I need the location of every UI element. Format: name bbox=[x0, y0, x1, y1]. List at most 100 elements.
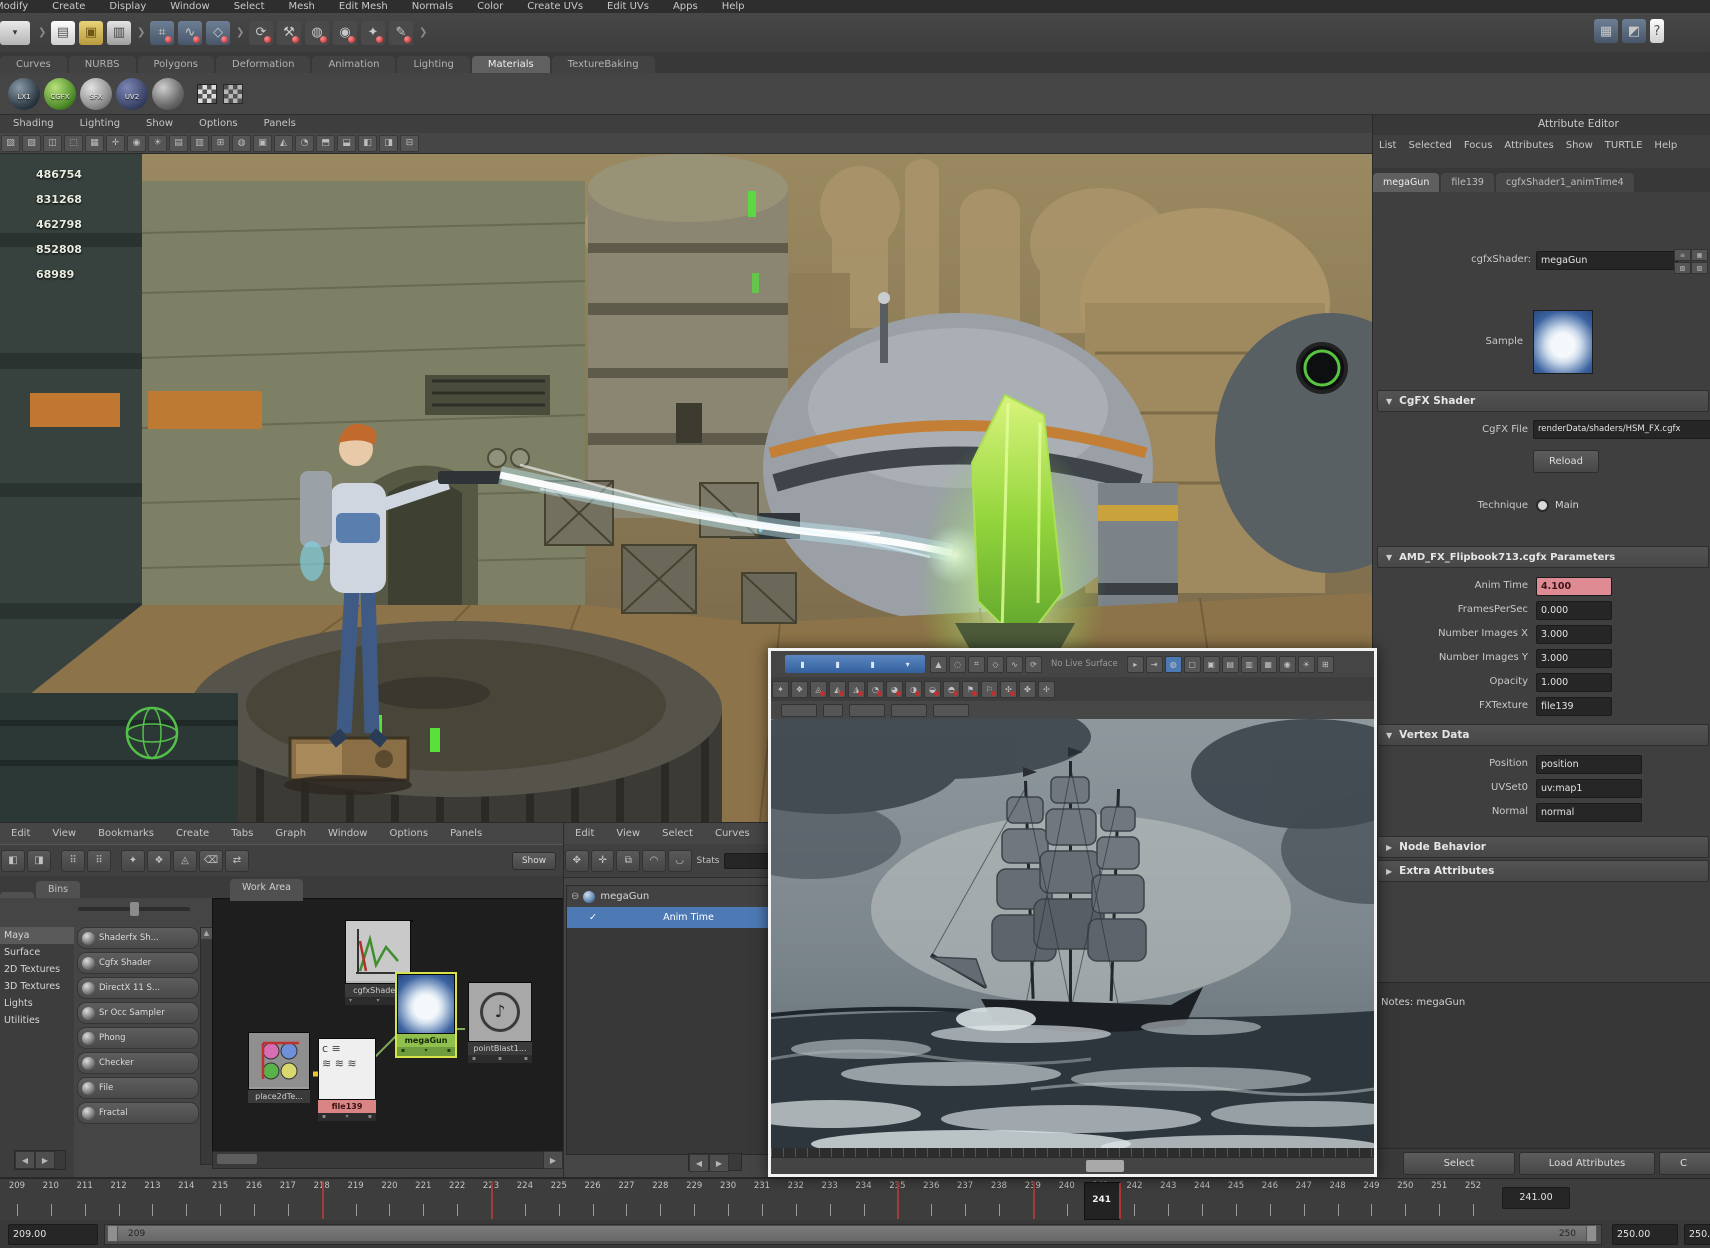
time-slider[interactable]: 2092102112122132142152162172182192202212… bbox=[0, 1178, 1710, 1221]
param-field-fxtexture[interactable]: file139 bbox=[1536, 697, 1612, 716]
hypershade-menu-graph[interactable]: Graph bbox=[264, 828, 317, 839]
copy-tab-button[interactable]: C bbox=[1659, 1152, 1710, 1175]
frame-tick[interactable]: 245 bbox=[1219, 1181, 1253, 1219]
frame-tick[interactable]: 213 bbox=[135, 1181, 169, 1219]
ipr-render-icon[interactable]: ◉ bbox=[333, 21, 357, 45]
toolbar-separator[interactable]: ❯ bbox=[137, 20, 144, 46]
node-pointblast[interactable]: ♪ pointBlast1... ▪▪▪ bbox=[468, 982, 532, 1063]
param-field-framespersec[interactable]: 0.000 bbox=[1536, 601, 1612, 620]
hypershade-menu-bookmarks[interactable]: Bookmarks bbox=[87, 828, 165, 839]
frame-tick[interactable]: 210 bbox=[34, 1181, 68, 1219]
ge-insert-key-icon[interactable]: ✛ bbox=[591, 850, 615, 872]
viewport-toolbar-icon[interactable]: ⬒ bbox=[316, 135, 335, 152]
viewport-toolbar-icon[interactable]: ⊞ bbox=[211, 135, 230, 152]
anim-end-field[interactable]: 250.00 bbox=[1684, 1224, 1710, 1245]
fw-snap-icon[interactable]: ⌗ bbox=[968, 656, 985, 673]
fw-shelf-icon[interactable]: ✦ bbox=[772, 681, 789, 698]
menu-item-modify[interactable]: Modify bbox=[0, 1, 40, 12]
new-scene-icon[interactable]: ▤ bbox=[51, 21, 75, 45]
hypershade-menu-options[interactable]: Options bbox=[378, 828, 439, 839]
fw-selection-mask-dropdown[interactable]: ▮▮▮▾ bbox=[785, 655, 925, 673]
load-attributes-button[interactable]: Load Attributes bbox=[1519, 1152, 1655, 1175]
create-node-sr-occ-sampler[interactable]: Sr Occ Sampler bbox=[77, 1002, 199, 1024]
range-slider-track[interactable]: 209 250 bbox=[104, 1224, 1602, 1245]
hs-create-utility-icon[interactable]: ◬ bbox=[173, 850, 197, 872]
ae-tab-cgfxshader1_animtime4[interactable]: cgfxShader1_animTime4 bbox=[1496, 173, 1634, 192]
fw-shelf-icon[interactable]: ❖ bbox=[791, 681, 808, 698]
viewport-toolbar-icon[interactable]: ◭ bbox=[274, 135, 293, 152]
hypershade-menu-view[interactable]: View bbox=[41, 828, 87, 839]
graph-editor-outliner[interactable]: ⊖ megaGun ✓ Anim Time bbox=[566, 885, 773, 1155]
snap-grid-icon[interactable]: ⌗ bbox=[150, 21, 174, 45]
viewport-toolbar-icon[interactable]: ⊟ bbox=[400, 135, 419, 152]
shelf-tab-polygons[interactable]: Polygons bbox=[138, 56, 215, 73]
frame-tick[interactable]: 220 bbox=[373, 1181, 407, 1219]
graph-editor-menu-view[interactable]: View bbox=[605, 828, 651, 839]
frame-tick[interactable]: 216 bbox=[237, 1181, 271, 1219]
hs-show-button[interactable]: Show bbox=[512, 852, 556, 870]
category-surface[interactable]: Surface bbox=[0, 944, 74, 961]
toolbar-separator[interactable]: ❯ bbox=[236, 20, 243, 46]
fw-menu-box[interactable] bbox=[891, 704, 927, 717]
frame-tick[interactable]: 221 bbox=[406, 1181, 440, 1219]
viewport-toolbar-icon[interactable]: ▧ bbox=[1, 135, 20, 152]
focus-mini-button[interactable]: ≡ bbox=[1674, 249, 1691, 261]
shelf-shader-ball-lx1[interactable]: LX1 bbox=[8, 78, 40, 110]
fw-snap2-icon[interactable]: ◇ bbox=[987, 656, 1004, 673]
viewport-toolbar-icon[interactable]: ✛ bbox=[106, 135, 125, 152]
frame-tick[interactable]: 231 bbox=[745, 1181, 779, 1219]
ge-hscroll-buttons[interactable]: ◀▶ bbox=[688, 1153, 742, 1171]
render-icon[interactable]: ◍ bbox=[305, 21, 329, 45]
fw-shelf-icon[interactable]: ◬ bbox=[810, 681, 827, 698]
fw-select-icon[interactable]: ▲ bbox=[930, 656, 947, 673]
category-lights[interactable]: Lights bbox=[0, 995, 74, 1012]
history-icon[interactable]: ⟳ bbox=[249, 21, 273, 45]
fw-render-icon[interactable]: ▢ bbox=[1184, 656, 1201, 673]
fw-menu-box[interactable] bbox=[849, 704, 885, 717]
select-button[interactable]: Select bbox=[1403, 1152, 1515, 1175]
viewport-toolbar-icon[interactable]: ◫ bbox=[43, 135, 62, 152]
shelf-shader-ball[interactable] bbox=[152, 78, 184, 110]
category-maya[interactable]: Maya bbox=[0, 927, 74, 944]
fw-layers-icon[interactable]: ▥ bbox=[1241, 656, 1258, 673]
work-area-tab[interactable]: Work Area bbox=[230, 879, 303, 901]
shelf-tab-texturebaking[interactable]: TextureBaking bbox=[552, 56, 655, 73]
hypershade-menu-edit[interactable]: Edit bbox=[0, 828, 41, 839]
current-frame-marker[interactable]: 241 bbox=[1084, 1182, 1120, 1220]
category-utilities[interactable]: Utilities bbox=[0, 1012, 74, 1029]
viewport-toolbar-icon[interactable]: ▣ bbox=[253, 135, 272, 152]
shelf-tab-deformation[interactable]: Deformation bbox=[216, 56, 310, 73]
hs-next-graph-icon[interactable]: ◨ bbox=[27, 850, 51, 872]
ae-menu-turtle[interactable]: TURTLE bbox=[1599, 140, 1649, 151]
menu-item-help[interactable]: Help bbox=[710, 1, 757, 12]
menu-item-apps[interactable]: Apps bbox=[661, 1, 710, 12]
reload-button[interactable]: Reload bbox=[1533, 450, 1599, 473]
frame-tick[interactable]: 228 bbox=[643, 1181, 677, 1219]
ae-menu-show[interactable]: Show bbox=[1560, 140, 1599, 151]
vertex-field-uvset0[interactable]: uv:map1 bbox=[1536, 779, 1642, 798]
technique-radio[interactable]: Main bbox=[1536, 499, 1579, 512]
frame-tick[interactable]: 227 bbox=[610, 1181, 644, 1219]
hs-tab-bins[interactable]: Bins bbox=[36, 881, 80, 898]
hypershade-menu-tabs[interactable]: Tabs bbox=[220, 828, 264, 839]
category-2d-textures[interactable]: 2D Textures bbox=[0, 961, 74, 978]
ae-tab-file139[interactable]: file139 bbox=[1441, 173, 1494, 192]
fw-light-icon[interactable]: ☀ bbox=[1298, 656, 1315, 673]
create-node-fractal[interactable]: Fractal bbox=[77, 1102, 199, 1124]
vertex-field-position[interactable]: position bbox=[1536, 755, 1642, 774]
ae-tab-megagun[interactable]: megaGun bbox=[1373, 173, 1439, 192]
viewport-toolbar-icon[interactable]: ▦ bbox=[85, 135, 104, 152]
frame-tick[interactable]: 237 bbox=[948, 1181, 982, 1219]
hs-rearrange-icon[interactable]: ⇄ bbox=[225, 850, 249, 872]
create-node-checker[interactable]: Checker bbox=[77, 1052, 199, 1074]
viewport-menu-lighting[interactable]: Lighting bbox=[67, 118, 133, 129]
viewport-toolbar-icon[interactable]: ☀ bbox=[148, 135, 167, 152]
floating-maya-window[interactable]: ▮▮▮▾ ▲ ◌ ⌗ ◇ ∿ ⟳ No Live Surface ▸ ⇥ ◍ ▢… bbox=[768, 648, 1377, 1177]
frame-tick[interactable]: 225 bbox=[542, 1181, 576, 1219]
param-field-anim-time[interactable]: 4.100 bbox=[1536, 577, 1612, 596]
fw-time-ruler[interactable] bbox=[771, 1148, 1374, 1157]
swatch-size-slider[interactable] bbox=[78, 907, 190, 911]
frame-ruler[interactable]: 2092102112122132142152162172182192202212… bbox=[0, 1181, 1490, 1219]
hs-create-material-icon[interactable]: ✦ bbox=[121, 850, 145, 872]
frame-tick[interactable]: 248 bbox=[1321, 1181, 1355, 1219]
